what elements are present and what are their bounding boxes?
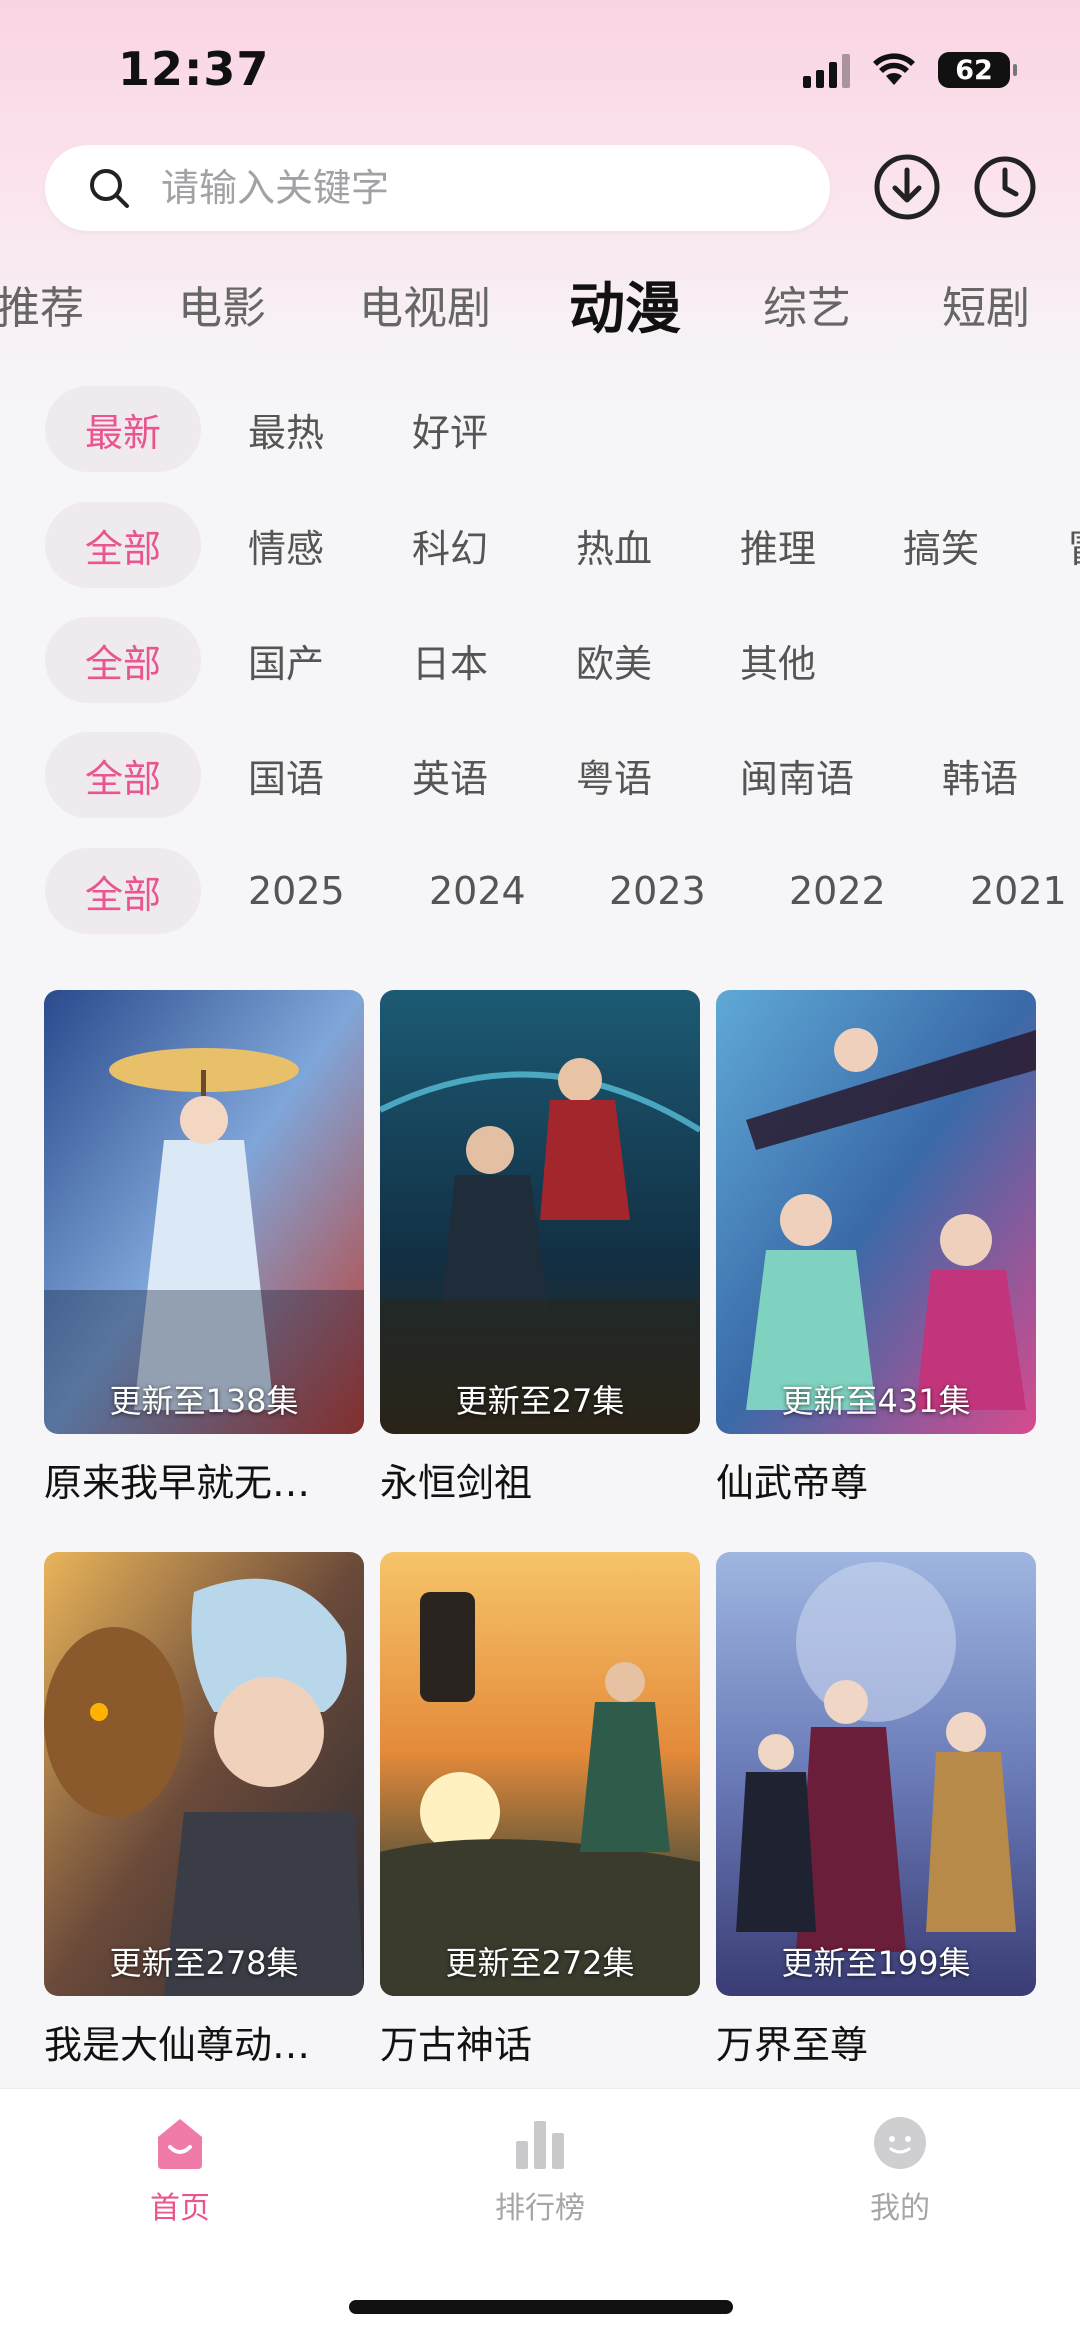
category-tabs: 推荐 电影 电视剧 动漫 综艺 短剧 — [0, 272, 1080, 342]
filter-year-2021[interactable]: 2021 — [970, 848, 1067, 934]
tab-recommend[interactable]: 推荐 — [0, 272, 84, 336]
filter-language-english[interactable]: 英语 — [412, 732, 488, 818]
filter-language-minnan[interactable]: 闽南语 — [740, 732, 854, 818]
history-icon[interactable] — [970, 152, 1040, 222]
nav-ranking-label: 排行榜 — [495, 2191, 585, 2226]
nav-home-label: 首页 — [150, 2191, 210, 2226]
card-title: 原来我早就无… — [44, 1461, 311, 1505]
filter-genre-comedy[interactable]: 搞笑 — [903, 502, 979, 588]
status-time: 12:37 — [118, 42, 270, 96]
genre-filter-row: 全部 情感 科幻 热血 推理 搞笑 冒 — [0, 502, 1080, 588]
poster-image: 更新至431集 — [716, 990, 1036, 1434]
nav-ranking[interactable]: 排行榜 — [440, 2115, 640, 2227]
anime-card[interactable]: 更新至431集 仙武帝尊 — [716, 990, 1036, 1507]
nav-mine-label: 我的 — [870, 2191, 930, 2226]
ranking-icon — [516, 2121, 564, 2169]
anime-card[interactable]: 更新至272集 万古神话 — [380, 1552, 700, 2069]
nav-mine[interactable]: 我的 — [800, 2115, 1000, 2227]
profile-icon — [874, 2117, 926, 2169]
card-title: 永恒剑祖 — [380, 1461, 533, 1505]
filter-sort-latest[interactable]: 最新 — [45, 386, 202, 472]
filter-language-cantonese[interactable]: 粤语 — [576, 732, 652, 818]
filter-sort-hottest[interactable]: 最热 — [248, 386, 324, 472]
region-filter-row: 全部 国产 日本 欧美 其他 — [0, 617, 1080, 703]
app-screen: 12:37 62 推荐 电影 电视剧 — [0, 0, 1080, 2337]
search-icon — [90, 169, 129, 208]
filter-year-all[interactable]: 全部 — [45, 848, 202, 934]
signal-icon — [803, 52, 850, 88]
anime-card[interactable]: 更新至278集 我是大仙尊动… — [44, 1552, 364, 2069]
filter-sort-top-rated[interactable]: 好评 — [412, 386, 488, 472]
filter-language-mandarin[interactable]: 国语 — [248, 732, 324, 818]
filter-region-other[interactable]: 其他 — [740, 617, 816, 703]
sort-filter-row: 最新 最热 好评 — [0, 386, 1080, 472]
card-title: 我是大仙尊动… — [44, 2023, 311, 2067]
tab-variety[interactable]: 综艺 — [763, 272, 851, 336]
episode-badge: 更新至431集 — [781, 1382, 971, 1420]
nav-home[interactable]: 首页 — [80, 2115, 280, 2227]
card-title: 万古神话 — [380, 2023, 533, 2067]
tab-movies[interactable]: 电影 — [178, 272, 266, 336]
filter-year-2023[interactable]: 2023 — [609, 848, 706, 934]
filter-genre-action[interactable]: 热血 — [576, 502, 652, 588]
episode-badge: 更新至27集 — [455, 1382, 625, 1420]
anime-card[interactable]: 更新至27集 永恒剑祖 — [380, 990, 700, 1507]
poster-image: 更新至199集 — [716, 1552, 1036, 1996]
filter-genre-more[interactable]: 冒 — [1067, 502, 1080, 588]
card-title: 仙武帝尊 — [716, 1461, 869, 1505]
filter-year-2025[interactable]: 2025 — [248, 848, 345, 934]
status-indicators: 62 — [803, 52, 1017, 88]
anime-card[interactable]: 更新至138集 原来我早就无… — [44, 990, 364, 1507]
filter-region-west[interactable]: 欧美 — [576, 617, 652, 703]
filter-genre-mystery[interactable]: 推理 — [740, 502, 816, 588]
filter-language-all[interactable]: 全部 — [45, 732, 202, 818]
filter-region-japan[interactable]: 日本 — [412, 617, 488, 703]
tab-anime[interactable]: 动漫 — [569, 264, 681, 345]
download-icon[interactable] — [872, 152, 942, 222]
search-bar[interactable] — [45, 145, 830, 231]
poster-image: 更新至138集 — [44, 990, 364, 1434]
anime-card[interactable]: 更新至199集 万界至尊 — [716, 1552, 1036, 2069]
filter-region-domestic[interactable]: 国产 — [248, 617, 324, 703]
filter-year-2022[interactable]: 2022 — [789, 848, 886, 934]
filter-region-all[interactable]: 全部 — [45, 617, 202, 703]
filter-genre-all[interactable]: 全部 — [45, 502, 202, 588]
poster-image: 更新至278集 — [44, 1552, 364, 1996]
language-filter-row: 全部 国语 英语 粤语 闽南语 韩语 — [0, 732, 1080, 818]
status-bar: 12:37 62 — [0, 0, 1080, 140]
battery-indicator: 62 — [938, 52, 1017, 88]
episode-badge: 更新至278集 — [109, 1944, 299, 1982]
episode-badge: 更新至272集 — [445, 1944, 635, 1982]
poster-image: 更新至27集 — [380, 990, 700, 1434]
wifi-icon — [873, 53, 915, 85]
filter-language-korean[interactable]: 韩语 — [942, 732, 1018, 818]
filter-genre-romance[interactable]: 情感 — [248, 502, 324, 588]
filter-genre-scifi[interactable]: 科幻 — [412, 502, 488, 588]
tab-short-drama[interactable]: 短剧 — [942, 272, 1030, 336]
tab-tv-series[interactable]: 电视剧 — [359, 272, 491, 336]
filter-year-2024[interactable]: 2024 — [429, 848, 526, 934]
search-input[interactable] — [159, 165, 803, 211]
card-title: 万界至尊 — [716, 2023, 869, 2067]
poster-image: 更新至272集 — [380, 1552, 700, 1996]
episode-badge: 更新至199集 — [781, 1944, 971, 1982]
episode-badge: 更新至138集 — [109, 1382, 299, 1420]
home-icon — [158, 2119, 202, 2169]
year-filter-row: 全部 2025 2024 2023 2022 2021 — [0, 848, 1080, 934]
home-indicator — [349, 2300, 733, 2314]
